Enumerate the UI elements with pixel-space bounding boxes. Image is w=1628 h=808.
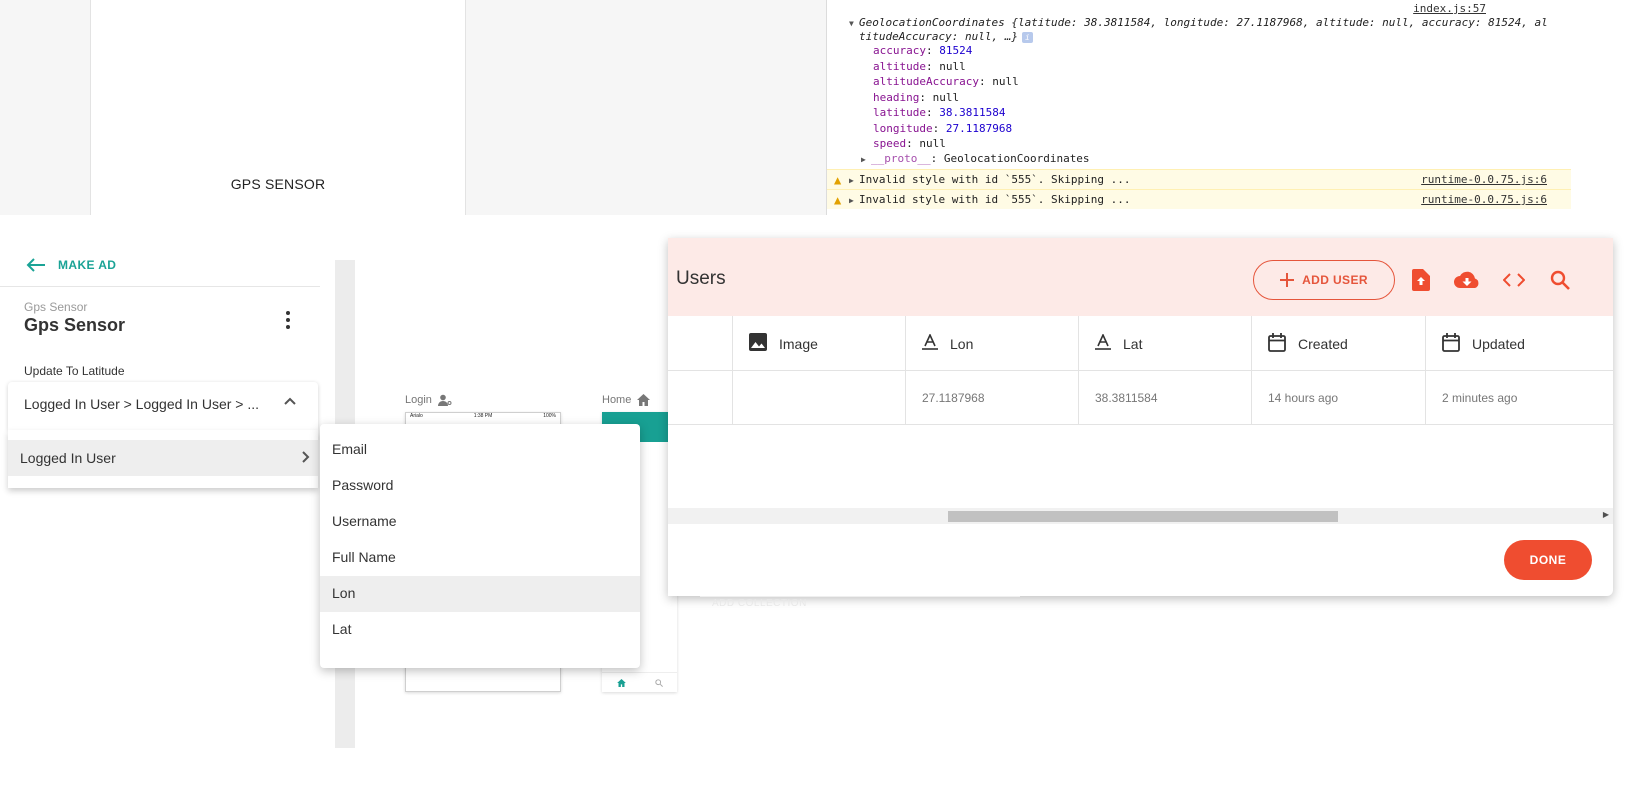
home-icon <box>637 394 651 406</box>
cell-updated: 2 minutes ago <box>1425 371 1613 425</box>
horizontal-scrollbar[interactable]: ▶ <box>668 508 1613 524</box>
back-button[interactable]: MAKE AD <box>26 258 116 272</box>
screen-label-home[interactable]: Home <box>602 394 651 406</box>
divider <box>700 596 1020 597</box>
user-key-icon <box>437 394 452 406</box>
chevron-right-icon <box>302 451 310 463</box>
collection-panel-users: Users ADD USER Image Lon Lat Created Updated… <box>668 238 1613 596</box>
back-button-label: MAKE AD <box>58 258 117 272</box>
cell-created: 14 hours ago <box>1251 371 1425 425</box>
more-options-icon[interactable] <box>278 310 298 330</box>
arrow-left-icon <box>26 258 45 272</box>
dropdown-menu: Logged In User <box>8 430 318 488</box>
console-prop-latitude: latitude: 38.3811584 <box>873 106 1006 119</box>
console-prop-accuracy: accuracy: 81524 <box>873 44 973 57</box>
cell-lon: 27.1187968 <box>905 371 1078 425</box>
menu-item-logged-in-user[interactable]: Logged In User <box>8 440 318 476</box>
submenu-item-lat[interactable]: Lat <box>320 612 640 648</box>
search-icon[interactable] <box>1547 267 1573 293</box>
console-object-summary[interactable]: ▼ GeolocationCoordinates {latitude: 38.38… <box>849 16 1548 29</box>
console-prop-longitude: longitude: 27.1187968 <box>873 121 1013 135</box>
screen-label-login[interactable]: Login <box>405 394 452 406</box>
submenu-item-email[interactable]: Email <box>320 432 640 468</box>
console-object-summary-cont: titudeAccuracy: null, …} i <box>859 30 1033 43</box>
console-prop-speed: speed: null <box>873 137 946 150</box>
add-collection-label: ADD COLLECTION <box>712 598 807 609</box>
field-label: Update To Latitude <box>24 364 125 378</box>
warning-icon: ▲ <box>834 193 842 207</box>
console-warning-row[interactable]: ▲ ▶ Invalid style with id `555`. Skipping… <box>827 169 1571 189</box>
console-proto-row[interactable]: ▶ __proto__: GeolocationCoordinates <box>861 152 1090 165</box>
table-header: Image Lon Lat Created Updated <box>668 316 1613 371</box>
divider <box>0 286 320 287</box>
expand-triangle-icon: ▶ <box>849 196 854 205</box>
calendar-icon <box>1442 332 1460 355</box>
expand-triangle-icon[interactable]: ▶ <box>861 155 871 164</box>
console-warning-row[interactable]: ▲ ▶ Invalid style with id `555`. Skipping… <box>827 189 1571 209</box>
action-subtitle: Gps Sensor <box>24 300 88 314</box>
home-icon <box>616 678 626 687</box>
text-icon <box>1095 333 1111 353</box>
collection-header: Users ADD USER <box>668 238 1613 316</box>
code-icon[interactable] <box>1501 267 1527 293</box>
upload-file-icon[interactable] <box>1408 267 1434 293</box>
console-prop-heading: heading: null <box>873 90 960 104</box>
image-icon <box>749 333 767 354</box>
column-header-lon[interactable]: Lon <box>905 316 1078 371</box>
property-submenu: Email Password Username Full Name Lon Lat <box>320 424 640 668</box>
gps-sensor-label: GPS SENSOR <box>230 176 326 192</box>
console-prop-altitude: altitude: null <box>873 59 966 73</box>
collection-title: Users <box>676 268 726 289</box>
warning-icon: ▲ <box>834 173 842 187</box>
table-row[interactable]: 27.1187968 38.3811584 14 hours ago 2 minute… <box>668 371 1613 425</box>
devtools-console: index.js:57 ▼ GeolocationCoordinates {lat… <box>826 0 1571 215</box>
warning-source-link[interactable]: runtime-0.0.75.js:6 <box>1421 193 1547 206</box>
warning-source-link[interactable]: runtime-0.0.75.js:6 <box>1421 173 1547 186</box>
scroll-right-arrow-icon[interactable]: ▶ <box>1603 510 1609 519</box>
home-tabbar <box>602 672 677 692</box>
console-source-link[interactable]: index.js:57 <box>1413 2 1486 15</box>
submenu-item-full-name[interactable]: Full Name <box>320 540 640 576</box>
action-title: Gps Sensor <box>24 315 126 335</box>
submenu-item-password[interactable]: Password <box>320 468 640 504</box>
add-user-button[interactable]: ADD USER <box>1253 260 1395 300</box>
chevron-up-icon <box>284 397 296 405</box>
select-value: Logged In User > Logged In User > ... <box>24 396 260 412</box>
text-icon <box>922 333 938 353</box>
cell-image <box>732 371 905 425</box>
scrollbar-thumb[interactable] <box>948 511 1338 522</box>
done-button[interactable]: DONE <box>1504 540 1592 580</box>
column-header-lat[interactable]: Lat <box>1078 316 1251 371</box>
cloud-download-icon[interactable] <box>1454 267 1480 293</box>
status-bar: Arialo 1:38 PM 100% <box>410 413 556 419</box>
cell-lat: 38.3811584 <box>1078 371 1251 425</box>
latitude-source-select[interactable]: Logged In User > Logged In User > ... <box>8 382 318 430</box>
submenu-item-lon[interactable]: Lon <box>320 576 640 612</box>
column-header-created[interactable]: Created <box>1251 316 1425 371</box>
search-icon <box>654 678 663 687</box>
console-prop-altitudeAccuracy: altitudeAccuracy: null <box>873 75 1019 88</box>
info-icon: i <box>1021 31 1033 43</box>
column-header-updated[interactable]: Updated <box>1425 316 1613 371</box>
expand-triangle-icon[interactable]: ▼ <box>849 19 859 28</box>
expand-triangle-icon: ▶ <box>849 176 854 185</box>
column-header-image[interactable]: Image <box>732 316 905 371</box>
submenu-item-username[interactable]: Username <box>320 504 640 540</box>
plus-icon <box>1280 273 1295 287</box>
calendar-icon <box>1268 332 1286 355</box>
